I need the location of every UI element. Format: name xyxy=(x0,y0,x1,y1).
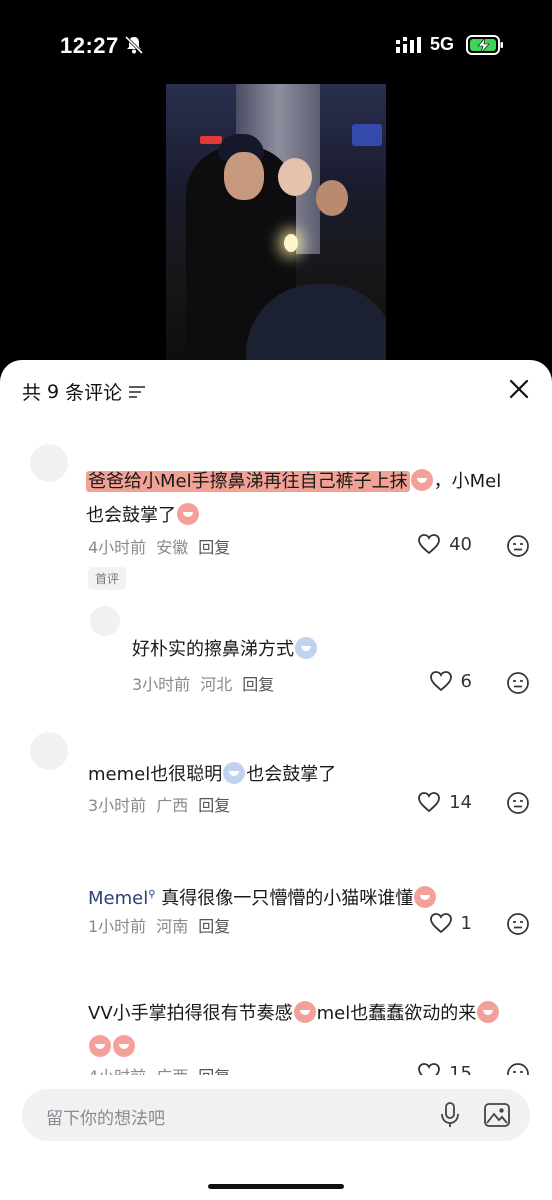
comment-location: 广西 xyxy=(156,796,189,815)
like-count: 1 xyxy=(460,912,472,934)
comment-text-line2: 也会鼓掌了 xyxy=(86,505,176,526)
comment-text-body: 好朴实的擦鼻涕方式 xyxy=(132,639,294,660)
comment-text-part: VV小手掌拍得很有节奏感 xyxy=(88,1003,293,1024)
reply-button[interactable]: 回复 xyxy=(198,913,230,937)
comments-count: 9 xyxy=(47,380,60,403)
comment-text-body: 真得很像一只懵懵的小猫咪谁懂 xyxy=(161,888,414,909)
comments-count-prefix: 共 xyxy=(22,382,42,404)
comment-time: 1小时前 xyxy=(88,917,147,936)
video-light xyxy=(352,124,382,146)
comment-location: 安徽 xyxy=(156,538,189,557)
close-icon[interactable] xyxy=(508,378,530,400)
emoji-icon xyxy=(223,762,246,784)
sort-icon[interactable] xyxy=(128,384,146,400)
video-child xyxy=(316,180,348,216)
video-candle xyxy=(284,234,298,252)
comments-count-header[interactable]: 共 9 条评论 xyxy=(22,378,146,405)
image-icon[interactable] xyxy=(484,1103,510,1127)
heart-icon xyxy=(429,671,452,692)
comment-meta: 1小时前 河南 回复 xyxy=(88,913,230,937)
comment-time: 3小时前 xyxy=(132,675,191,694)
heart-icon xyxy=(429,913,452,934)
comment-text-part: 也会鼓掌了 xyxy=(246,764,337,785)
comment-location: 河北 xyxy=(200,675,233,694)
avatar[interactable] xyxy=(30,732,68,770)
comment-meta: 3小时前 广西 回复 xyxy=(88,792,230,816)
like-count: 6 xyxy=(460,670,472,692)
comment-text: VV小手掌拍得很有节奏感 mel也蠢蠢欲动的来 xyxy=(88,997,538,1065)
comment-text: Memel⚲ 真得很像一只懵懵的小猫咪谁懂 xyxy=(88,878,437,916)
comment-text-part: memel也很聪明 xyxy=(88,764,223,785)
like-button[interactable]: 14 xyxy=(417,791,472,813)
emoji-icon xyxy=(414,886,437,908)
dislike-icon[interactable] xyxy=(506,791,530,815)
comment-text: 好朴实的擦鼻涕方式 xyxy=(132,633,318,667)
emoji-icon xyxy=(177,503,199,525)
emoji-icon xyxy=(295,637,317,659)
emoji-icon xyxy=(89,1035,111,1057)
comment-location: 河南 xyxy=(156,917,189,936)
heart-icon xyxy=(418,792,440,813)
status-time: 12:27 xyxy=(60,33,119,58)
comment-meta: 3小时前 河北 回复 xyxy=(132,671,274,695)
emoji-icon xyxy=(113,1035,135,1057)
like-count: 40 xyxy=(449,533,472,555)
dislike-icon[interactable] xyxy=(506,534,530,558)
comment-text-part: mel也蠢蠢欲动的来 xyxy=(316,1003,477,1024)
video-light xyxy=(200,136,222,144)
emoji-icon xyxy=(410,469,433,491)
video-player[interactable] xyxy=(166,84,386,374)
comment-time: 4小时前 xyxy=(88,538,147,557)
signal-icon xyxy=(396,37,421,53)
comment-input[interactable]: 留下你的想法吧 xyxy=(22,1089,530,1141)
video-baby xyxy=(278,158,312,196)
comment-text-tail: ，小Mel xyxy=(433,471,502,492)
search-icon: ⚲ xyxy=(148,889,156,900)
like-button[interactable]: 6 xyxy=(429,670,472,692)
heart-icon xyxy=(418,534,440,555)
comment-text: memel也很聪明 也会鼓掌了 xyxy=(88,758,336,792)
mic-icon[interactable] xyxy=(440,1102,460,1128)
reply-button[interactable]: 回复 xyxy=(198,534,230,558)
dislike-icon[interactable] xyxy=(506,912,530,936)
dislike-icon[interactable] xyxy=(506,671,530,695)
comment-highlight: 爸爸给小Mel手擦鼻涕再往自己裤子上抹 xyxy=(86,471,410,492)
comment-input-placeholder: 留下你的想法吧 xyxy=(46,1109,165,1129)
comments-count-suffix: 条评论 xyxy=(65,382,123,404)
reply-button[interactable]: 回复 xyxy=(198,792,230,816)
mentioned-user[interactable]: Memel xyxy=(88,888,148,909)
home-indicator xyxy=(208,1184,344,1189)
first-comment-badge: 首评 xyxy=(88,567,127,590)
like-count: 14 xyxy=(449,791,472,813)
status-bar: 12:27 5G xyxy=(0,0,552,90)
emoji-icon xyxy=(477,1001,500,1023)
video-person-face xyxy=(224,152,264,200)
comments-sheet: 共 9 条评论 爸爸给小Mel手擦鼻涕再往自己裤子上抹 ，小Mel 也会鼓掌了 4… xyxy=(0,360,552,1200)
comment-meta: 4小时前 安徽 回复 xyxy=(88,534,230,558)
avatar[interactable] xyxy=(90,606,120,636)
reply-button[interactable]: 回复 xyxy=(242,671,274,695)
comment-text: 爸爸给小Mel手擦鼻涕再往自己裤子上抹 ，小Mel 也会鼓掌了 xyxy=(86,465,536,533)
network-type: 5G xyxy=(430,34,455,54)
emoji-icon xyxy=(293,1001,316,1023)
mute-bell-icon xyxy=(124,35,144,55)
comment-time: 3小时前 xyxy=(88,796,147,815)
avatar[interactable] xyxy=(30,444,68,482)
battery-charging-icon xyxy=(466,35,503,55)
like-button[interactable]: 1 xyxy=(429,912,472,934)
like-button[interactable]: 40 xyxy=(417,533,472,555)
